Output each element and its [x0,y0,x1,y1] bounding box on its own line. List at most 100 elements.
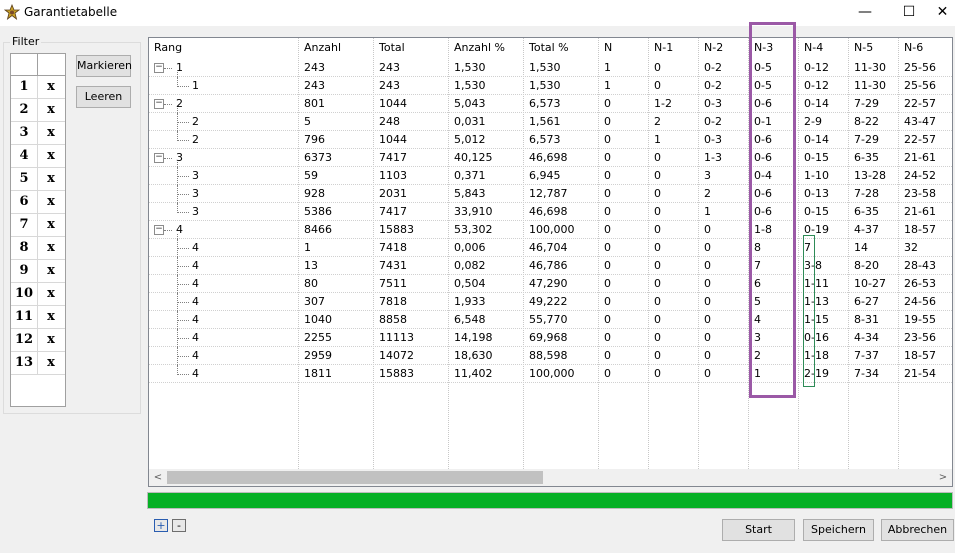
table-cell[interactable]: 69,968 [529,331,568,344]
table-cell[interactable]: 23-56 [904,331,936,344]
filter-row[interactable]: 12 x [11,329,65,352]
maximize-button[interactable]: ☐ [886,0,932,26]
filter-row-value[interactable]: x [38,237,64,259]
table-cell[interactable]: 5,012 [454,133,486,146]
table-cell[interactable]: 2 [654,115,661,128]
table-cell[interactable]: 25-56 [904,79,936,92]
table-cell[interactable]: 6,548 [454,313,486,326]
table-cell[interactable]: 80 [304,277,318,290]
table-cell[interactable]: 23-58 [904,187,936,200]
table-cell[interactable]: 22-57 [904,133,936,146]
table-cell[interactable]: 0,371 [454,169,486,182]
table-cell[interactable]: 4-34 [854,331,879,344]
table-cell[interactable]: 0 [654,61,661,74]
table-cell[interactable]: 33,910 [454,205,493,218]
table-cell[interactable]: 1 [704,205,711,218]
table-cell[interactable]: 7818 [379,295,407,308]
table-cell[interactable]: 18-57 [904,223,936,236]
table-cell[interactable]: 8-22 [854,115,879,128]
table-cell[interactable]: 46,786 [529,259,568,272]
table-cell[interactable]: 6-35 [854,151,879,164]
table-cell[interactable]: 59 [304,169,318,182]
filter-row-value[interactable]: x [38,145,64,167]
filter-row[interactable]: 3x [11,122,65,145]
table-cell[interactable]: 0-15 [804,205,829,218]
table-cell[interactable]: 14072 [379,349,414,362]
table-cell[interactable]: 1-3 [704,151,722,164]
table-cell[interactable]: 8466 [304,223,332,236]
table-cell[interactable]: 21-61 [904,205,936,218]
table-cell[interactable]: 7-29 [854,133,879,146]
table-cell[interactable]: 7431 [379,259,407,272]
table-cell[interactable]: 0 [654,367,661,380]
table-cell[interactable]: 0 [654,169,661,182]
table-cell[interactable]: 46,698 [529,151,568,164]
table-cell[interactable]: 8858 [379,313,407,326]
table-cell[interactable]: 2-9 [804,115,822,128]
filter-row[interactable]: 6x [11,191,65,214]
filter-row-value[interactable]: x [38,122,64,144]
table-cell[interactable]: 0 [654,151,661,164]
table-cell[interactable]: 0-3 [704,133,722,146]
table-cell[interactable]: 1 [304,241,311,254]
table-cell[interactable]: 0 [604,151,611,164]
table-cell[interactable]: 928 [304,187,325,200]
table-cell[interactable]: 0 [704,241,711,254]
table-cell[interactable]: 13-28 [854,169,886,182]
table-cell[interactable]: 11113 [379,331,414,344]
table-cell[interactable]: 2959 [304,349,332,362]
table-cell[interactable]: 7418 [379,241,407,254]
table-cell[interactable]: 1,530 [529,79,561,92]
table-cell[interactable]: 0-2 [704,61,722,74]
leeren-button[interactable]: Leeren [76,86,131,108]
table-cell[interactable]: 32 [904,241,918,254]
table-cell[interactable]: 7-37 [854,349,879,362]
table-cell[interactable]: 1,933 [454,295,486,308]
table-cell[interactable]: 0 [604,97,611,110]
table-cell[interactable]: 0-15 [804,151,829,164]
table-cell[interactable]: 2255 [304,331,332,344]
table-cell[interactable]: 8-31 [854,313,879,326]
table-cell[interactable]: 21-61 [904,151,936,164]
table-cell[interactable]: 0 [654,241,661,254]
table-cell[interactable]: 49,222 [529,295,568,308]
table-cell[interactable]: 1-10 [804,169,829,182]
filter-row[interactable]: 9x [11,260,65,283]
table-cell[interactable]: 307 [304,295,325,308]
filter-row[interactable]: 7x [11,214,65,237]
table-cell[interactable]: 7417 [379,205,407,218]
table-cell[interactable]: 22-57 [904,97,936,110]
column-header[interactable]: Anzahl % [454,41,505,54]
rank-cell[interactable]: 1 [192,79,199,92]
table-cell[interactable]: 1,530 [454,61,486,74]
table-cell[interactable]: 0 [604,205,611,218]
table-cell[interactable]: 7-34 [854,367,879,380]
expand-all-button[interactable]: + [154,519,168,532]
filter-row-value[interactable]: x [38,99,64,121]
filter-row[interactable]: 11 x [11,306,65,329]
filter-row[interactable]: 8x [11,237,65,260]
table-cell[interactable]: 0-13 [804,187,829,200]
table-cell[interactable]: 1 [604,79,611,92]
table-cell[interactable]: 0 [604,169,611,182]
table-cell[interactable]: 0-2 [704,115,722,128]
table-cell[interactable]: 243 [304,79,325,92]
column-header[interactable]: Total % [529,41,569,54]
rank-cell[interactable]: 3 [192,187,199,200]
filter-row-value[interactable]: x [38,306,64,328]
table-cell[interactable]: 1-2 [654,97,672,110]
table-cell[interactable]: 46,704 [529,241,568,254]
table-cell[interactable]: 0 [654,259,661,272]
table-cell[interactable]: 243 [379,79,400,92]
table-cell[interactable]: 0 [654,187,661,200]
cancel-button[interactable]: Abbrechen [881,519,954,541]
table-cell[interactable]: 0 [604,223,611,236]
table-cell[interactable]: 55,770 [529,313,568,326]
table-cell[interactable]: 0-2 [704,79,722,92]
column-header[interactable]: N-5 [854,41,873,54]
table-cell[interactable]: 10-27 [854,277,886,290]
table-cell[interactable]: 19-55 [904,313,936,326]
table-cell[interactable]: 2031 [379,187,407,200]
scroll-right-arrow[interactable]: > [935,470,951,485]
filter-row[interactable]: 1x [11,76,65,99]
